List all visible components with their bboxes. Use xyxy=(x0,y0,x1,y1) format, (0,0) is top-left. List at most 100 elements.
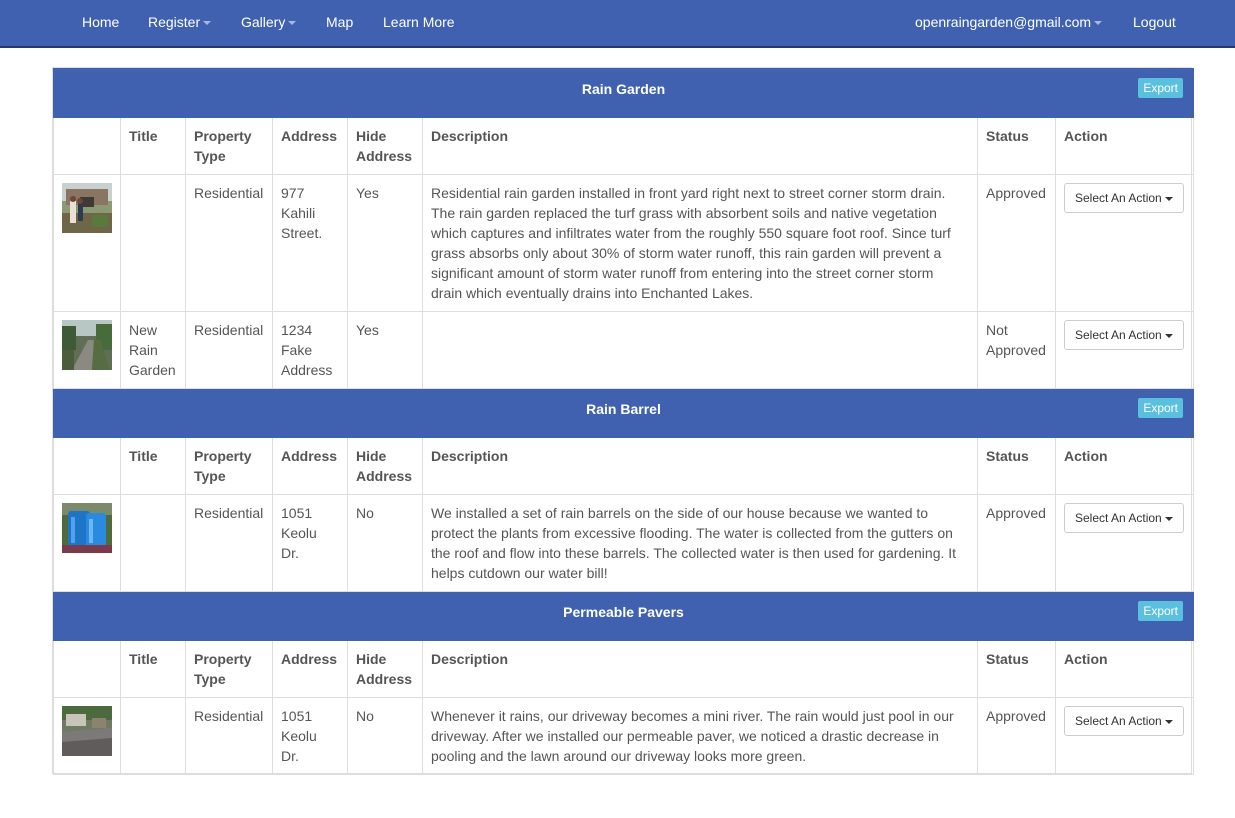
export-button[interactable]: Export xyxy=(1138,78,1183,98)
description-line: Residential rain garden installed in fro… xyxy=(431,185,946,201)
status-cell: Approved xyxy=(977,494,1056,592)
description-header[interactable]: Description xyxy=(422,640,978,698)
description-cell: Residential rain garden installed in fro… xyxy=(422,174,978,312)
status-line: Approved xyxy=(986,342,1046,358)
header-line: Property xyxy=(194,651,252,667)
header-line: Hide xyxy=(356,448,387,464)
select-action-label: Select An Action xyxy=(1075,328,1162,342)
hide-address-header[interactable]: Hide Address xyxy=(347,117,423,175)
thumbnail-image[interactable] xyxy=(62,320,112,370)
title-cell xyxy=(120,494,186,592)
hide-address-cell: Yes xyxy=(347,311,423,389)
section-header-rain-garden: Rain Garden Export xyxy=(53,68,1194,118)
header-line: Address xyxy=(356,148,413,164)
export-button[interactable]: Export xyxy=(1138,398,1183,418)
address-cell: 1051 Keolu Dr. xyxy=(272,697,348,775)
chevron-down-icon xyxy=(203,21,212,26)
table-row: New Rain Garden Residential 1234 Fake Addres… xyxy=(53,311,1194,389)
table-row: Residential 1051 Keolu Dr. No Whenever it … xyxy=(53,697,1194,775)
description-line: Whenever it rains, our driveway becomes … xyxy=(431,708,954,724)
address-line: Kahili xyxy=(281,205,316,221)
address-header[interactable]: Address xyxy=(272,117,348,175)
chevron-down-icon xyxy=(288,21,297,26)
property-type-cell: Residential xyxy=(185,494,273,592)
status-cell: Approved xyxy=(977,174,1056,312)
header-line: Type xyxy=(194,148,226,164)
action-header: Action xyxy=(1055,640,1194,698)
submissions-panel: Rain Garden Export Title Property Type Add… xyxy=(52,67,1194,775)
status-header[interactable]: Status xyxy=(977,640,1056,698)
address-line: Dr. xyxy=(281,545,299,561)
description-line: the roof and flow into these barrels. Th… xyxy=(431,545,957,561)
title-cell: New Rain Garden xyxy=(120,311,186,389)
nav-learn-more-link[interactable]: Learn More xyxy=(383,14,455,30)
select-action-dropdown[interactable]: Select An Action xyxy=(1064,320,1184,350)
description-header[interactable]: Description xyxy=(422,117,978,175)
description-header[interactable]: Description xyxy=(422,437,978,495)
select-action-dropdown[interactable]: Select An Action xyxy=(1064,503,1184,533)
title-header[interactable]: Title xyxy=(120,117,186,175)
property-type-header[interactable]: Property Type xyxy=(185,437,273,495)
description-cell xyxy=(422,311,978,389)
nav-map-link[interactable]: Map xyxy=(326,14,353,30)
property-type-header[interactable]: Property Type xyxy=(185,640,273,698)
section-header-rain-barrel: Rain Barrel Export xyxy=(53,388,1194,438)
user-email-label: openraingarden@gmail.com xyxy=(915,14,1092,30)
nav-register-dropdown[interactable]: Register xyxy=(148,14,212,30)
thumbnail-cell xyxy=(53,311,121,389)
description-line: pooling and the lawn around our driveway… xyxy=(431,748,807,764)
thumbnail-image[interactable] xyxy=(62,183,112,233)
address-header[interactable]: Address xyxy=(272,640,348,698)
hide-address-cell: No xyxy=(347,697,423,775)
address-line: Street. xyxy=(281,225,323,241)
chevron-down-icon xyxy=(1094,21,1103,26)
chevron-down-icon xyxy=(1164,516,1173,521)
nav-home-link[interactable]: Home xyxy=(82,14,119,30)
select-action-dropdown[interactable]: Select An Action xyxy=(1064,706,1184,736)
address-header[interactable]: Address xyxy=(272,437,348,495)
hide-address-header[interactable]: Hide Address xyxy=(347,640,423,698)
status-line: Not xyxy=(986,322,1008,338)
chevron-down-icon xyxy=(1164,196,1173,201)
chevron-down-icon xyxy=(1164,333,1173,338)
thumbnail-image[interactable] xyxy=(62,503,112,553)
nav-gallery-dropdown[interactable]: Gallery xyxy=(241,14,297,30)
logout-link[interactable]: Logout xyxy=(1133,14,1176,30)
description-line: The rain garden replaced the turf grass … xyxy=(431,205,937,221)
chevron-down-icon xyxy=(1164,719,1173,724)
section-title: Rain Garden xyxy=(581,81,666,97)
section-title: Rain Barrel xyxy=(586,401,661,417)
title-header[interactable]: Title xyxy=(120,437,186,495)
thumbnail-header xyxy=(53,117,121,175)
hide-address-cell: Yes xyxy=(347,174,423,312)
table-row: Residential 1051 Keolu Dr. No We installed… xyxy=(53,494,1194,592)
nav-gallery-label: Gallery xyxy=(241,14,286,30)
description-cell: Whenever it rains, our driveway becomes … xyxy=(422,697,978,775)
status-header[interactable]: Status xyxy=(977,437,1056,495)
export-button[interactable]: Export xyxy=(1138,601,1183,621)
action-cell: Select An Action xyxy=(1055,174,1194,312)
thumbnail-image[interactable] xyxy=(62,706,112,756)
action-header: Action xyxy=(1055,437,1194,495)
status-header[interactable]: Status xyxy=(977,117,1056,175)
description-line: driveway. After we installed our permeab… xyxy=(431,728,939,744)
nav-register-label: Register xyxy=(148,14,201,30)
action-cell: Select An Action xyxy=(1055,494,1194,592)
select-action-label: Select An Action xyxy=(1075,191,1162,205)
thumbnail-cell xyxy=(53,494,121,592)
description-line: drain which eventually drains into Encha… xyxy=(431,285,754,301)
user-account-dropdown[interactable]: openraingarden@gmail.com xyxy=(915,14,1103,30)
section-title: Permeable Pavers xyxy=(563,604,684,620)
thumbnail-cell xyxy=(53,697,121,775)
header-line: Property xyxy=(194,448,252,464)
description-line: significant amount of storm water runoff… xyxy=(431,265,934,281)
section-header-permeable-pavers: Permeable Pavers Export xyxy=(53,591,1194,641)
title-header[interactable]: Title xyxy=(120,640,186,698)
description-line: We installed a set of rain barrels on th… xyxy=(431,505,929,521)
property-type-header[interactable]: Property Type xyxy=(185,117,273,175)
address-line: Dr. xyxy=(281,748,299,764)
hide-address-header[interactable]: Hide Address xyxy=(347,437,423,495)
description-line: which captures and infiltrates water fro… xyxy=(431,225,951,241)
select-action-dropdown[interactable]: Select An Action xyxy=(1064,183,1184,213)
address-line: 1051 xyxy=(281,708,313,724)
